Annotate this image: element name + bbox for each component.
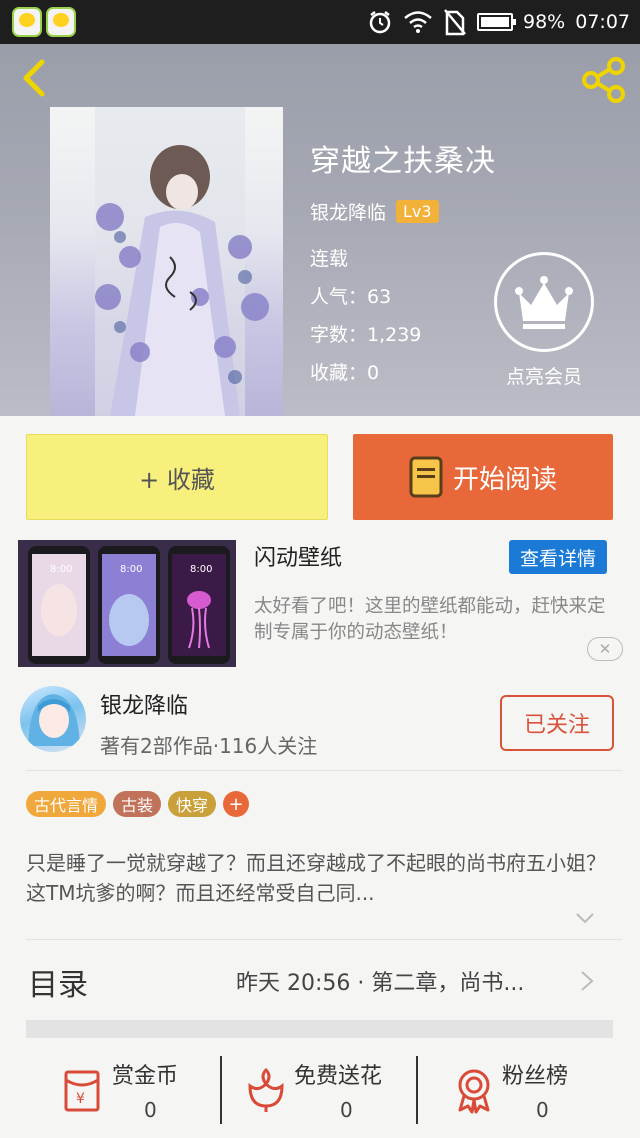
ad-title[interactable]: 闪动壁纸 (254, 540, 342, 572)
level-badge: Lv3 (396, 200, 439, 223)
alarm-icon (369, 11, 391, 34)
reward-coins-button[interactable]: ¥ 赏金币 0 (58, 1058, 198, 1128)
tag-list: 古代言情 古装 快穿 + (26, 791, 250, 817)
ad-phones-illustration: 8:00 8:00 8:00 (18, 540, 236, 667)
clock: 07:07 (575, 11, 630, 33)
ad-description: 太好看了吧！这里的壁纸都能动，赶快来定制专属于你的动态壁纸！ (254, 596, 606, 643)
author-stats: 著有2部作品·116人关注 (100, 734, 318, 758)
book-header: 穿越之扶桑决 银龙降临 Lv3 连载 人气：63 字数：1,239 收藏：0 点… (0, 44, 640, 416)
close-icon: ✕ (598, 640, 612, 658)
ad-close-button[interactable]: ✕ (587, 637, 623, 661)
flower-label: 免费送花 (294, 1064, 383, 1089)
ad-phone-time: 8:00 (120, 564, 142, 575)
back-icon[interactable] (14, 56, 54, 100)
chevron-down-icon[interactable] (575, 912, 595, 924)
vip-label[interactable]: 点亮会员 (480, 362, 608, 389)
popularity: 人气：63 (310, 286, 392, 308)
collect-button[interactable]: + 收藏 (26, 434, 328, 520)
battery-icon (477, 13, 516, 31)
notification-app-icon (46, 7, 76, 37)
book-cover[interactable] (50, 107, 283, 416)
book-summary[interactable]: 只是睡了一觉就穿越了？而且还穿越成了不起眼的尚书府五小姐？这TM坑爹的啊？而且还… (26, 848, 618, 908)
battery-percent: 98% (523, 11, 566, 33)
divider (26, 770, 622, 771)
avatar[interactable] (20, 686, 86, 752)
author-profile-name[interactable]: 银龙降临 (100, 688, 188, 720)
follow-button[interactable]: 已关注 (500, 695, 614, 751)
separator (220, 1056, 222, 1124)
flower-icon (248, 1067, 284, 1112)
start-reading-button[interactable]: 开始阅读 (353, 434, 613, 520)
cover-illustration (95, 107, 269, 416)
favorite-count: 收藏：0 (310, 362, 380, 384)
medal-icon (458, 1069, 490, 1114)
wifi-icon (404, 11, 432, 33)
author-line: 银龙降临 Lv3 (310, 198, 439, 225)
no-sim-icon (444, 9, 466, 36)
ad-image[interactable]: 8:00 8:00 8:00 (18, 540, 236, 667)
add-tag-button[interactable]: + (223, 791, 250, 817)
svg-text:¥: ¥ (76, 1091, 85, 1107)
latest-chapter[interactable]: 昨天 20:56 · 第二章，尚书... (236, 965, 566, 997)
tag-costume[interactable]: 古装 (113, 791, 162, 817)
divider (26, 939, 622, 940)
status-bar: 98% 07:07 (0, 0, 640, 44)
word-count: 字数：1,239 (310, 324, 422, 346)
chevron-right-icon[interactable] (580, 970, 594, 992)
bottom-bar: ¥ 赏金币 0 免费送花 0 粉丝榜 0 (0, 1048, 640, 1138)
reward-label: 赏金币 (112, 1064, 179, 1089)
vip-button[interactable] (494, 252, 594, 352)
author-name[interactable]: 银龙降临 (310, 198, 386, 225)
book-icon (409, 456, 443, 498)
fan-ranking-label: 粉丝榜 (502, 1064, 569, 1089)
send-flower-button[interactable]: 免费送花 0 (242, 1058, 412, 1128)
book-status: 连载 (310, 248, 349, 270)
start-reading-label: 开始阅读 (452, 464, 557, 495)
tag-ancient-romance[interactable]: 古代言情 (26, 791, 107, 817)
fan-ranking-count: 0 (536, 1098, 549, 1122)
crown-icon (515, 276, 573, 329)
ad-phone-time: 8:00 (50, 564, 72, 575)
separator (416, 1056, 418, 1124)
notification-app-icon (12, 7, 42, 37)
fan-ranking-button[interactable]: 粉丝榜 0 (450, 1058, 590, 1128)
ad-phone-time: 8:00 (190, 564, 212, 575)
reward-count: 0 (144, 1098, 157, 1122)
share-icon[interactable] (578, 54, 630, 106)
view-details-button[interactable]: 查看详情 (509, 540, 607, 574)
book-title: 穿越之扶桑决 (310, 144, 496, 179)
toc-label[interactable]: 目录 (28, 960, 88, 1004)
tag-quick-transmigration[interactable]: 快穿 (168, 791, 217, 817)
red-envelope-icon: ¥ (64, 1070, 100, 1112)
avatar-illustration (28, 694, 80, 746)
section-separator (26, 1020, 613, 1038)
flower-count: 0 (340, 1098, 353, 1122)
